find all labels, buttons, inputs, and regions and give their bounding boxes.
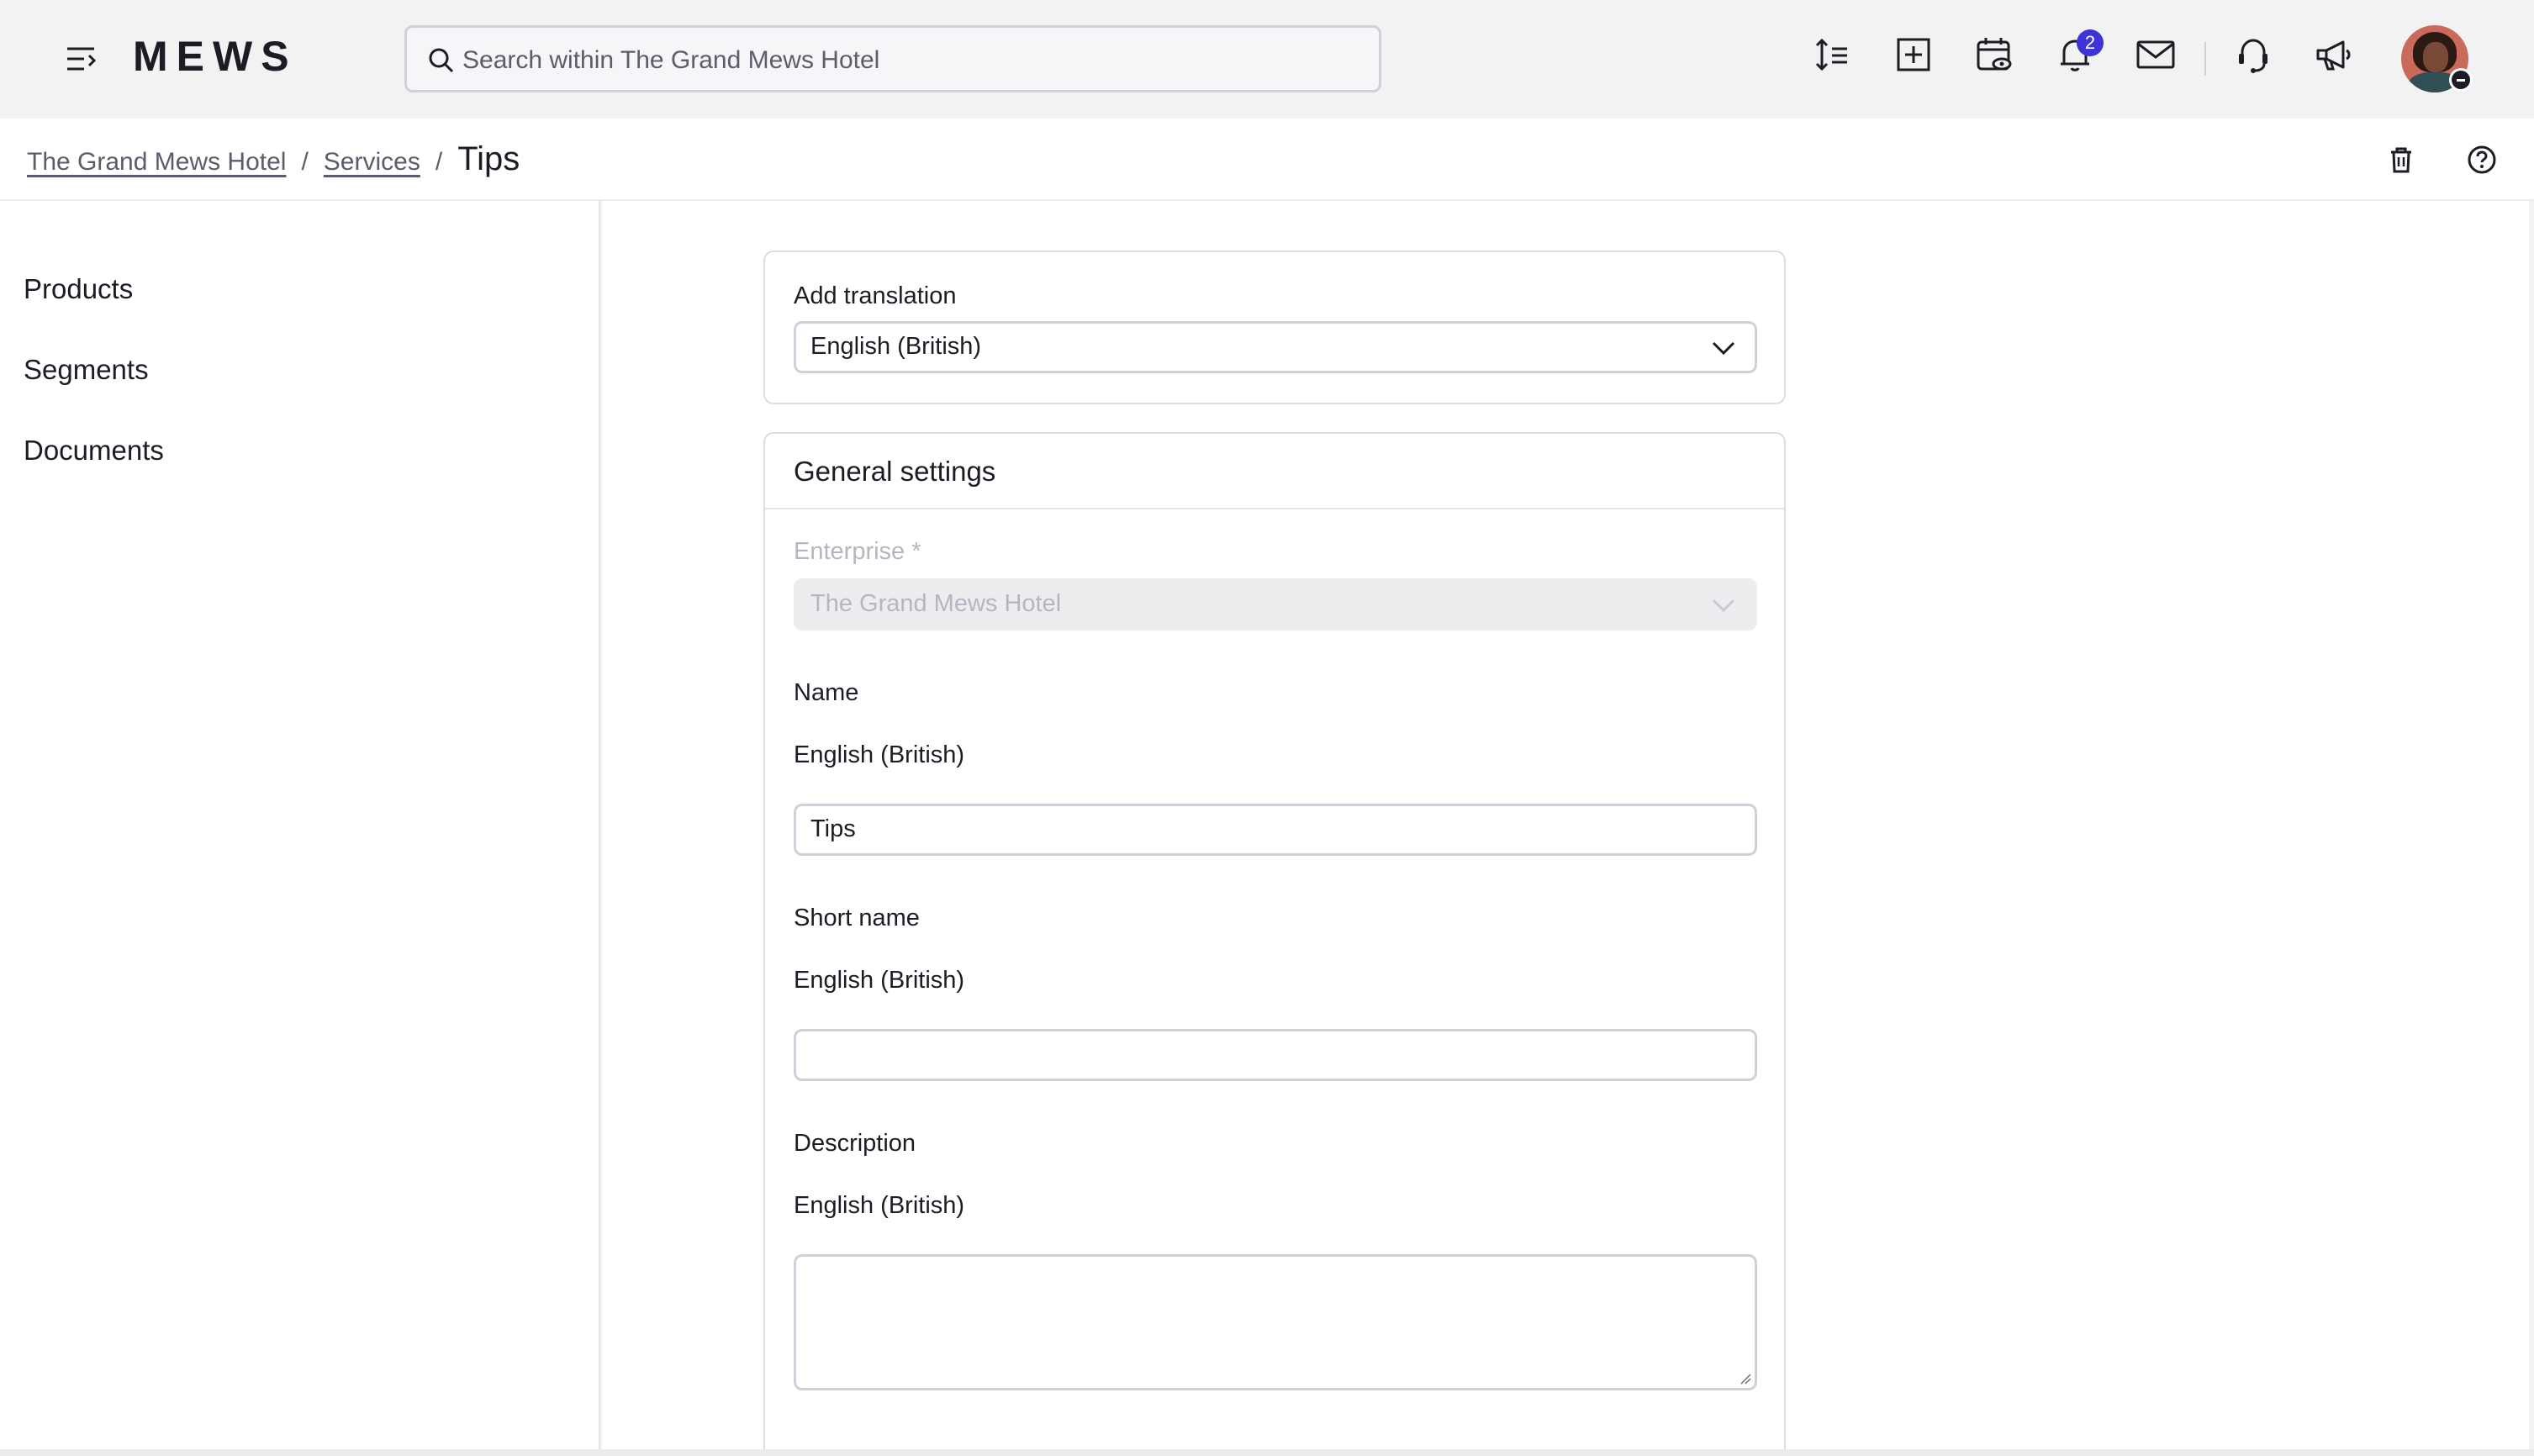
enterprise-label: Enterprise * [794, 538, 921, 565]
translation-select[interactable]: English (British) [794, 321, 1757, 373]
search-icon [427, 46, 456, 75]
add-translation-label: Add translation [794, 282, 957, 309]
short-name-input[interactable] [794, 1029, 1757, 1081]
search-placeholder: Search within The Grand Mews Hotel [462, 46, 880, 74]
name-label: Name [794, 679, 859, 706]
section-divider [765, 508, 1784, 509]
top-bar: MEWS Search within The Grand Mews Hotel [0, 0, 2534, 119]
status-dot-icon [2449, 68, 2473, 92]
description-language-label: English (British) [794, 1192, 965, 1219]
notification-badge: 2 [2077, 29, 2104, 56]
breadcrumb-bar: The Grand Mews Hotel / Services / Tips [0, 119, 2534, 201]
search-input[interactable]: Search within The Grand Mews Hotel [404, 25, 1381, 92]
add-square-icon[interactable] [1893, 34, 1935, 76]
breadcrumb-link-services[interactable]: Services [324, 148, 420, 177]
breadcrumb-separator: / [301, 148, 309, 176]
translation-select-value: English (British) [810, 333, 982, 360]
menu-icon[interactable] [66, 44, 99, 74]
short-name-label: Short name [794, 905, 920, 931]
megaphone-icon[interactable] [2313, 34, 2355, 76]
sidebar: Products Segments Documents [0, 201, 600, 1456]
toolbar-divider [2204, 42, 2206, 76]
headset-icon[interactable] [2232, 34, 2274, 76]
line-spacing-icon[interactable] [1812, 34, 1854, 76]
breadcrumb: The Grand Mews Hotel / Services / Tips [27, 140, 520, 178]
sidebar-item-products[interactable]: Products [24, 273, 133, 305]
general-settings-title: General settings [794, 456, 996, 487]
name-input[interactable]: Tips [794, 804, 1757, 856]
enterprise-select-value: The Grand Mews Hotel [810, 590, 1062, 617]
enterprise-select: The Grand Mews Hotel [794, 578, 1757, 630]
short-name-language-label: English (British) [794, 967, 965, 994]
name-language-label: English (British) [794, 741, 965, 768]
mail-icon[interactable] [2135, 34, 2177, 76]
general-settings-card: General settings Enterprise * The Grand … [763, 432, 1786, 1456]
help-icon[interactable] [2467, 145, 2497, 175]
description-textarea[interactable] [794, 1254, 1757, 1390]
trash-icon[interactable] [2386, 145, 2416, 175]
description-label: Description [794, 1130, 916, 1157]
translation-card: Add translation English (British) [763, 251, 1786, 404]
logo-text: MEWS [133, 37, 298, 77]
main-content: Add translation English (British) Genera… [602, 201, 2529, 1456]
mews-logo[interactable]: MEWS [133, 33, 351, 80]
page-title: Tips [457, 140, 520, 177]
breadcrumb-link-hotel[interactable]: The Grand Mews Hotel [27, 148, 286, 177]
breadcrumb-separator: / [435, 148, 443, 176]
name-input-value: Tips [810, 815, 856, 842]
sidebar-item-segments[interactable]: Segments [24, 354, 149, 386]
chevron-down-icon [1711, 339, 1736, 357]
chevron-down-icon [1711, 596, 1736, 615]
calendar-view-icon[interactable] [1973, 34, 2015, 76]
page-bottom-edge [0, 1449, 2534, 1456]
sidebar-item-documents[interactable]: Documents [24, 435, 164, 467]
resize-handle-icon[interactable] [1739, 1373, 1751, 1385]
